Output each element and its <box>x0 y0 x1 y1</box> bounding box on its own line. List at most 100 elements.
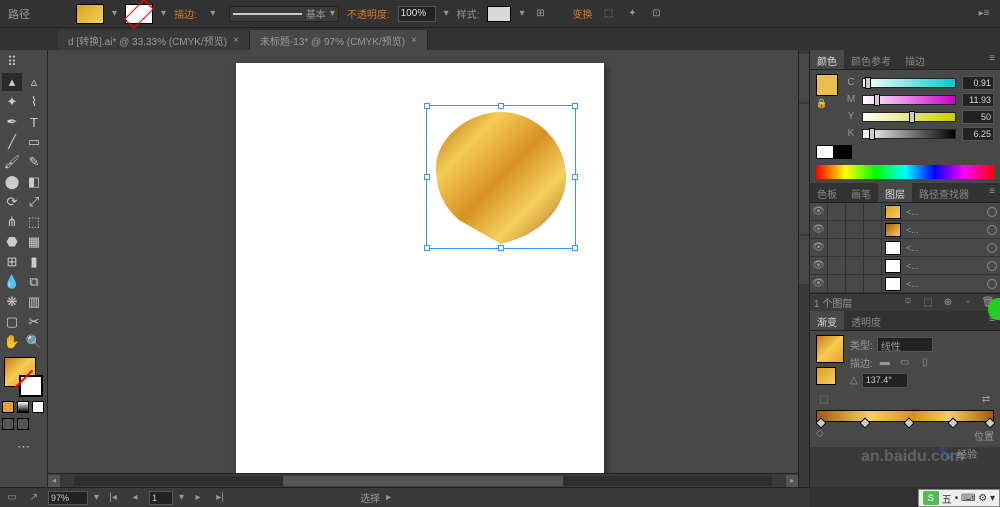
stroke-swatch[interactable] <box>125 4 153 24</box>
align-icon[interactable]: ⊞ <box>532 6 548 22</box>
selection-tool[interactable]: ▴ <box>2 73 22 91</box>
lasso-tool[interactable]: ⌇ <box>24 93 44 111</box>
doc-tab-0[interactable]: d [转换].ai* @ 33.33% (CMYK/预览)× <box>58 30 250 50</box>
gutter-block[interactable] <box>799 236 809 284</box>
canvas-scrollbar-h[interactable]: ◂ ▸ <box>48 473 798 487</box>
blob-brush-tool[interactable]: ⬤ <box>2 173 22 191</box>
spectrum-bar[interactable] <box>816 165 994 179</box>
value-y[interactable] <box>962 110 994 124</box>
stroke-grad-icon[interactable]: ▬ <box>877 354 893 370</box>
black-swatch[interactable] <box>834 145 852 159</box>
rotate-tool[interactable]: ⟳ <box>2 193 22 211</box>
paintbrush-tool[interactable]: 🖌 <box>2 153 22 171</box>
zoom-input[interactable] <box>48 491 88 505</box>
hand-tool[interactable]: ✋ <box>2 333 22 351</box>
panel-menu-icon[interactable]: ≡ <box>984 50 1000 66</box>
panel-menu-icon[interactable]: ≡ <box>984 183 1000 199</box>
none-mode-icon[interactable] <box>32 401 44 413</box>
first-artboard-icon[interactable]: |◂ <box>105 490 121 506</box>
prev-artboard-icon[interactable]: ◂ <box>127 490 143 506</box>
edit-toolbar-icon[interactable]: ⋯ <box>2 438 45 456</box>
stroke-style-select[interactable]: 基本▾ <box>229 6 339 22</box>
color-fill-thumb[interactable] <box>816 74 838 96</box>
fill-stroke-block[interactable] <box>2 357 45 397</box>
zoom-tool[interactable]: 🔍 <box>24 333 44 351</box>
tab-color-guide[interactable]: 颜色参考 <box>844 50 898 69</box>
new-sublayer-icon[interactable]: ⊕ <box>940 295 956 311</box>
tab-color[interactable]: 颜色 <box>810 50 844 69</box>
perspective-tool[interactable]: ▦ <box>24 233 44 251</box>
feedback-bubble[interactable] <box>988 298 1000 320</box>
slice-tool[interactable]: ✂ <box>24 313 44 331</box>
artboard-nav-icon[interactable]: ▭ <box>4 490 20 506</box>
artboard-num-input[interactable] <box>149 491 173 505</box>
artboard-nav-icon[interactable]: ↗ <box>26 490 42 506</box>
transform-icon2[interactable]: ✦ <box>624 6 640 22</box>
gradient-bar[interactable] <box>816 410 994 422</box>
reverse-gradient-icon[interactable]: ⇄ <box>978 391 994 407</box>
fill-swatch[interactable] <box>76 4 104 24</box>
tab-layers[interactable]: 图层 <box>878 183 912 202</box>
gradient-mode-icon[interactable] <box>17 401 29 413</box>
type-tool[interactable]: T <box>24 113 44 131</box>
column-graph-tool[interactable]: ▥ <box>24 293 44 311</box>
free-transform-tool[interactable]: ⬚ <box>24 213 44 231</box>
layer-row[interactable]: 👁<... <box>810 275 1000 293</box>
last-artboard-icon[interactable]: ▸| <box>212 490 228 506</box>
gradient-tool[interactable]: ▮ <box>24 253 44 271</box>
canvas[interactable] <box>48 50 798 487</box>
value-c[interactable] <box>962 76 994 90</box>
gutter-block[interactable] <box>799 104 809 234</box>
line-tool[interactable]: ╱ <box>2 133 22 151</box>
shape-builder-tool[interactable]: ⬣ <box>2 233 22 251</box>
close-icon[interactable]: × <box>233 35 239 46</box>
layer-row[interactable]: 👁<... <box>810 221 1000 239</box>
value-m[interactable] <box>962 93 994 107</box>
gradient-type-select[interactable]: 线性 <box>877 337 933 352</box>
pen-tool[interactable]: ✒ <box>2 113 22 131</box>
style-swatch[interactable] <box>487 6 511 22</box>
tab-transparency[interactable]: 透明度 <box>844 311 888 330</box>
gradient-angle-input[interactable] <box>862 373 908 388</box>
stroke-grad-icon[interactable]: ▯ <box>917 354 933 370</box>
new-layer-icon[interactable]: ▫ <box>960 295 976 311</box>
blend-tool[interactable]: ⧉ <box>24 273 44 291</box>
gutter-block[interactable] <box>799 54 809 102</box>
doc-tab-1[interactable]: 未标题-13* @ 97% (CMYK/预览)× <box>250 30 428 50</box>
pencil-tool[interactable]: ✎ <box>24 153 44 171</box>
slider-k[interactable] <box>862 129 956 139</box>
none-swatch[interactable] <box>816 145 834 159</box>
tab-swatches[interactable]: 色板 <box>810 183 844 202</box>
slider-c[interactable] <box>862 78 956 88</box>
grabber-icon[interactable]: ⠿ <box>2 53 22 71</box>
next-artboard-icon[interactable]: ▸ <box>190 490 206 506</box>
tab-pathfinder[interactable]: 路径查找器 <box>912 183 976 202</box>
scroll-left-icon[interactable]: ◂ <box>48 475 60 487</box>
eyedropper-tool[interactable]: 💧 <box>2 273 22 291</box>
opacity-input[interactable] <box>398 6 436 22</box>
artboard-tool[interactable]: ▢ <box>2 313 22 331</box>
gradient-thumb[interactable] <box>816 335 844 363</box>
magic-wand-tool[interactable]: ✦ <box>2 93 22 111</box>
slider-m[interactable] <box>862 95 956 105</box>
stroke-grad-icon[interactable]: ▭ <box>897 354 913 370</box>
gradient-fill-icon[interactable] <box>816 367 836 385</box>
tab-brushes[interactable]: 画笔 <box>844 183 878 202</box>
transform-icon3[interactable]: ⊡ <box>648 6 664 22</box>
tab-gradient[interactable]: 渐变 <box>810 311 844 330</box>
ime-badge[interactable]: S 五 • ⌨ ⚙ ▾ <box>918 489 1000 507</box>
close-icon[interactable]: × <box>411 35 417 46</box>
rectangle-tool[interactable]: ▭ <box>24 133 44 151</box>
eraser-tool[interactable]: ◧ <box>24 173 44 191</box>
panel-menu-icon[interactable]: ▸≡ <box>976 6 992 22</box>
tab-stroke[interactable]: 描边 <box>898 50 932 69</box>
transform-label[interactable]: 变换 <box>572 6 592 21</box>
width-tool[interactable]: ⋔ <box>2 213 22 231</box>
screen-mode-normal[interactable] <box>2 418 14 430</box>
color-mode-icon[interactable] <box>2 401 14 413</box>
locate-icon[interactable]: ⯐ <box>900 295 916 311</box>
layer-row[interactable]: 👁<... <box>810 239 1000 257</box>
screen-mode-full[interactable] <box>17 418 29 430</box>
symbol-sprayer-tool[interactable]: ❋ <box>2 293 22 311</box>
scale-tool[interactable]: ⤢ <box>24 193 44 211</box>
